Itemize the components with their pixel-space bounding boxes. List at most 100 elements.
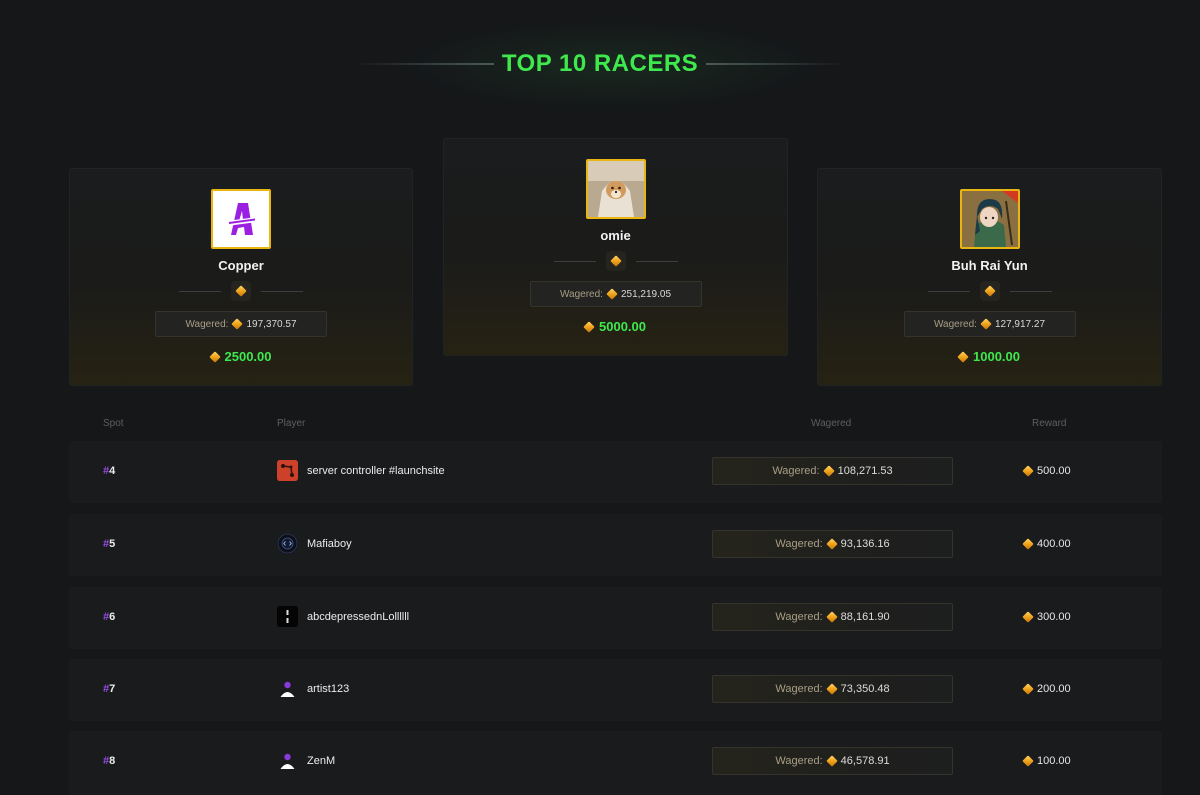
table-row[interactable]: #4 server controller #launchsite Wagered… (69, 441, 1162, 503)
diamond-icon (1022, 538, 1034, 550)
podium-divider (553, 251, 678, 271)
row-reward: 400.00 (1022, 538, 1071, 550)
title-divider-right (706, 63, 847, 65)
podium-player-name: Buh Rai Yun (951, 258, 1028, 273)
podium-reward: 2500.00 (208, 349, 272, 364)
default-user-avatar (277, 678, 298, 699)
row-player: server controller #launchsite (277, 460, 445, 481)
dog-photo-avatar (585, 159, 646, 219)
wagered-label: Wagered: (775, 538, 823, 550)
diamond-icon (826, 683, 838, 695)
wagered-value: 73,350.48 (840, 683, 890, 695)
row-wagered-box: Wagered: 73,350.48 (712, 675, 953, 703)
dark-avatar (277, 606, 298, 627)
diamond-icon (231, 281, 251, 301)
diamond-icon (208, 350, 221, 363)
player-name: artist123 (307, 682, 350, 695)
reward-value: 1000.00 (973, 349, 1020, 364)
leaderboard-table-header: Spot Player Wagered Reward (69, 418, 1162, 434)
row-spot: #7 (103, 683, 116, 695)
wagered-label: Wagered: (775, 611, 823, 623)
diamond-icon (1022, 611, 1034, 623)
table-row[interactable]: #8 ZenM Wagered: 46,578.91 100.00 (69, 731, 1162, 795)
column-header-player: Player (277, 418, 306, 429)
row-wagered-box: Wagered: 93,136.16 (712, 530, 953, 558)
wagered-value: 108,271.53 (837, 465, 893, 477)
podium-player-name: omie (600, 228, 631, 243)
code-badge-avatar (277, 533, 298, 554)
row-spot: #5 (103, 538, 116, 550)
podium-card-first[interactable]: omie Wagered: 251,219.05 5000.00 (443, 138, 788, 356)
wagered-label: Wagered: (185, 318, 229, 330)
rust-game-avatar (277, 460, 298, 481)
reward-value: 400.00 (1037, 538, 1071, 550)
podium-divider (927, 281, 1052, 301)
wagered-label: Wagered: (772, 465, 820, 477)
player-name: Mafiaboy (307, 537, 352, 550)
diamond-icon (822, 465, 835, 477)
wagered-value: 93,136.16 (840, 538, 890, 550)
podium-player-name: Copper (218, 258, 264, 273)
reward-value: 100.00 (1037, 755, 1071, 767)
diamond-icon (605, 251, 626, 271)
podium-reward: 5000.00 (583, 319, 646, 334)
column-header-reward: Reward (1032, 418, 1067, 429)
player-name: ZenM (307, 754, 336, 767)
letter-a-logo-avatar (211, 189, 271, 249)
title-divider-left (353, 63, 494, 65)
row-player: Mafiaboy (277, 533, 352, 554)
diamond-icon (231, 318, 244, 330)
diamond-icon (826, 538, 838, 550)
row-player: abcdepressednLollllll (277, 606, 409, 627)
podium-divider (179, 281, 303, 301)
reward-value: 300.00 (1037, 611, 1071, 623)
wagered-label: Wagered: (775, 755, 823, 767)
diamond-icon (583, 320, 595, 333)
player-name: server controller #launchsite (307, 464, 445, 477)
row-spot: #4 (103, 465, 116, 477)
diamond-icon (1022, 755, 1034, 767)
wagered-value: 88,161.90 (840, 611, 890, 623)
reward-value: 200.00 (1037, 683, 1071, 695)
row-reward: 200.00 (1022, 683, 1071, 695)
podium-wagered-pill: Wagered: 127,917.27 (903, 311, 1076, 337)
diamond-icon (826, 611, 838, 623)
row-wagered-box: Wagered: 46,578.91 (712, 747, 953, 775)
podium-card-second[interactable]: Copper Wagered: 197,370.57 2500.00 (69, 168, 413, 386)
wagered-label: Wagered: (933, 318, 977, 330)
page-title: TOP 10 RACERS (501, 50, 699, 77)
table-row[interactable]: #6 abcdepressednLollllll Wagered: 88,161… (69, 587, 1162, 649)
diamond-icon (979, 281, 1000, 301)
row-reward: 300.00 (1022, 611, 1071, 623)
table-row[interactable]: #7 artist123 Wagered: 73,350.48 200.00 (69, 659, 1162, 721)
podium-wagered-pill: Wagered: 251,219.05 (529, 281, 702, 307)
diamond-icon (1022, 683, 1034, 695)
reward-value: 500.00 (1037, 465, 1071, 477)
diamond-icon (1022, 465, 1034, 477)
wagered-value: 197,370.57 (246, 318, 297, 330)
table-row[interactable]: #5 Mafiaboy Wagered: 93,136.16 400.00 (69, 514, 1162, 576)
diamond-icon (957, 350, 969, 363)
reward-value: 2500.00 (224, 349, 272, 364)
row-spot: #8 (103, 755, 116, 767)
podium-reward: 1000.00 (957, 349, 1020, 364)
row-player: artist123 (277, 678, 349, 699)
wagered-value: 127,917.27 (994, 318, 1046, 330)
wagered-value: 46,578.91 (840, 755, 890, 767)
diamond-icon (606, 288, 618, 300)
wagered-label: Wagered: (559, 288, 603, 300)
anime-character-avatar (959, 189, 1020, 249)
leaderboard-header: TOP 10 RACERS (0, 48, 1200, 80)
reward-value: 5000.00 (599, 319, 646, 334)
player-name: abcdepressednLollllll (307, 610, 410, 623)
row-wagered-box: Wagered: 88,161.90 (712, 603, 953, 631)
row-spot: #6 (103, 611, 116, 623)
default-user-avatar (277, 750, 298, 771)
diamond-icon (826, 755, 838, 767)
column-header-spot: Spot (103, 418, 124, 429)
podium-card-third[interactable]: Buh Rai Yun Wagered: 127,917.27 1000.00 (817, 168, 1162, 386)
row-player: ZenM (277, 750, 335, 771)
wagered-label: Wagered: (775, 683, 823, 695)
diamond-icon (980, 318, 992, 330)
wagered-value: 251,219.05 (620, 288, 672, 300)
